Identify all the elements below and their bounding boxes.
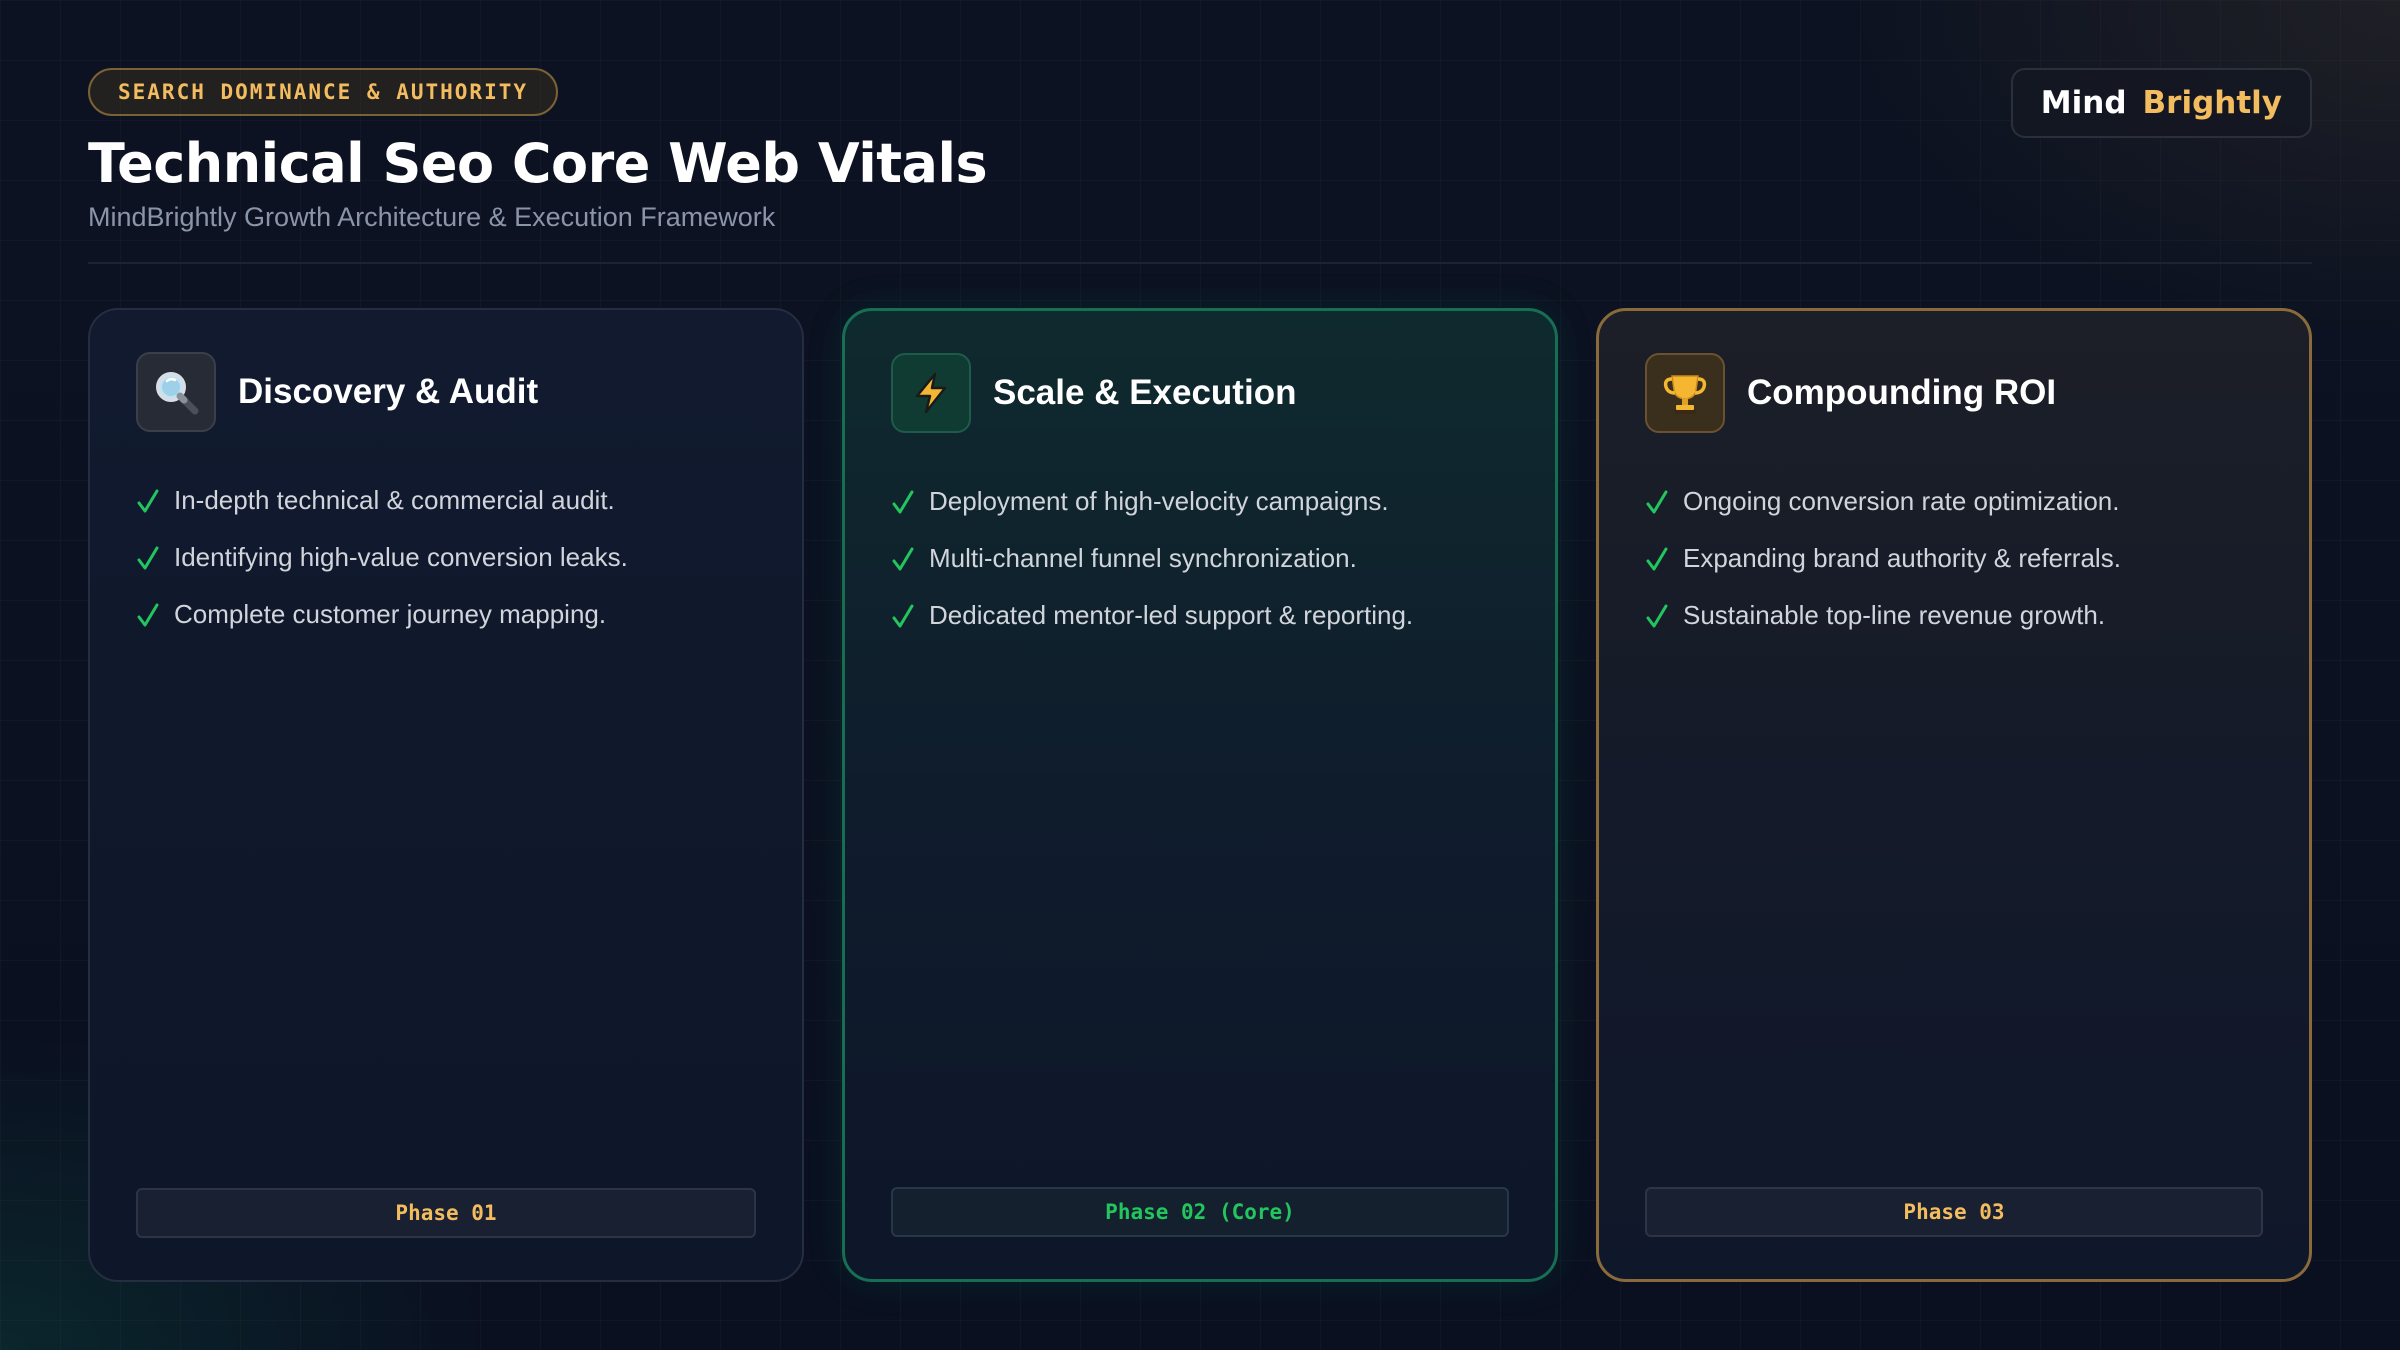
- brand-logo: Mind Brightly: [2010, 68, 2312, 138]
- check-icon: [1646, 604, 1668, 627]
- card-header: Scale & Execution: [891, 353, 1296, 433]
- card-title: Compounding ROI: [1747, 373, 2057, 412]
- card-title: Discovery & Audit: [238, 372, 539, 411]
- list-item: Complete customer journey mapping.: [136, 586, 628, 643]
- bullet-text: Multi-channel funnel synchronization.: [929, 543, 1357, 573]
- card-bullet-list: Deployment of high-velocity campaigns. M…: [891, 473, 1413, 644]
- card-header: Compounding ROI: [1645, 353, 2056, 433]
- bullet-text: Identifying high-value conversion leaks.: [174, 542, 628, 572]
- bullet-text: In-depth technical & commercial audit.: [174, 485, 615, 515]
- bullet-text: Dedicated mentor-led support & reporting…: [929, 600, 1414, 630]
- list-item: Sustainable top-line revenue growth.: [1645, 587, 2121, 644]
- list-item: Dedicated mentor-led support & reporting…: [891, 587, 1413, 644]
- check-icon: [892, 604, 914, 627]
- lightning-bolt-icon: [891, 353, 971, 433]
- phase-badge: Phase 02 (Core): [891, 1187, 1509, 1237]
- card-scale-execution: Scale & Execution Deployment of high-vel…: [842, 308, 1558, 1282]
- bullet-text: Expanding brand authority & referrals.: [1683, 543, 2121, 573]
- card-header: Discovery & Audit: [136, 352, 538, 432]
- card-bullet-list: In-depth technical & commercial audit. I…: [136, 472, 628, 643]
- check-icon: [892, 547, 914, 570]
- check-icon: [1646, 547, 1668, 570]
- list-item: Expanding brand authority & referrals.: [1645, 530, 2121, 587]
- slide: SEARCH DOMINANCE & AUTHORITY Technical S…: [0, 0, 2400, 1350]
- card-title: Scale & Execution: [993, 373, 1297, 412]
- bullet-text: Complete customer journey mapping.: [174, 599, 607, 629]
- list-item: Deployment of high-velocity campaigns.: [891, 473, 1413, 530]
- list-item: Multi-channel funnel synchronization.: [891, 530, 1413, 587]
- trophy-icon: [1645, 353, 1725, 433]
- card-discovery-audit: Discovery & Audit In-depth technical & c…: [88, 308, 804, 1282]
- phase-cards: Discovery & Audit In-depth technical & c…: [88, 308, 2312, 1282]
- page-subtitle: MindBrightly Growth Architecture & Execu…: [88, 202, 776, 232]
- list-item: In-depth technical & commercial audit.: [136, 472, 628, 529]
- phase-badge: Phase 01: [136, 1188, 756, 1238]
- check-icon: [137, 546, 159, 569]
- page-title: Technical Seo Core Web Vitals: [88, 132, 988, 195]
- logo-word-mind: Mind: [2040, 85, 2127, 121]
- bullet-text: Ongoing conversion rate optimization.: [1683, 486, 2120, 516]
- check-icon: [892, 490, 914, 513]
- bullet-text: Sustainable top-line revenue growth.: [1683, 600, 2106, 630]
- bullet-text: Deployment of high-velocity campaigns.: [929, 486, 1389, 516]
- card-compounding-roi: Compounding ROI Ongoing conversion rate …: [1596, 308, 2312, 1282]
- check-icon: [1646, 490, 1668, 513]
- check-icon: [137, 603, 159, 626]
- card-bullet-list: Ongoing conversion rate optimization. Ex…: [1645, 473, 2121, 644]
- kicker-badge: SEARCH DOMINANCE & AUTHORITY: [88, 68, 559, 116]
- list-item: Identifying high-value conversion leaks.: [136, 529, 628, 586]
- list-item: Ongoing conversion rate optimization.: [1645, 473, 2121, 530]
- header-divider: [88, 262, 2312, 264]
- magnifying-glass-icon: [136, 352, 216, 432]
- logo-word-brightly: Brightly: [2142, 85, 2282, 121]
- phase-badge: Phase 03: [1645, 1187, 2263, 1237]
- check-icon: [137, 489, 159, 512]
